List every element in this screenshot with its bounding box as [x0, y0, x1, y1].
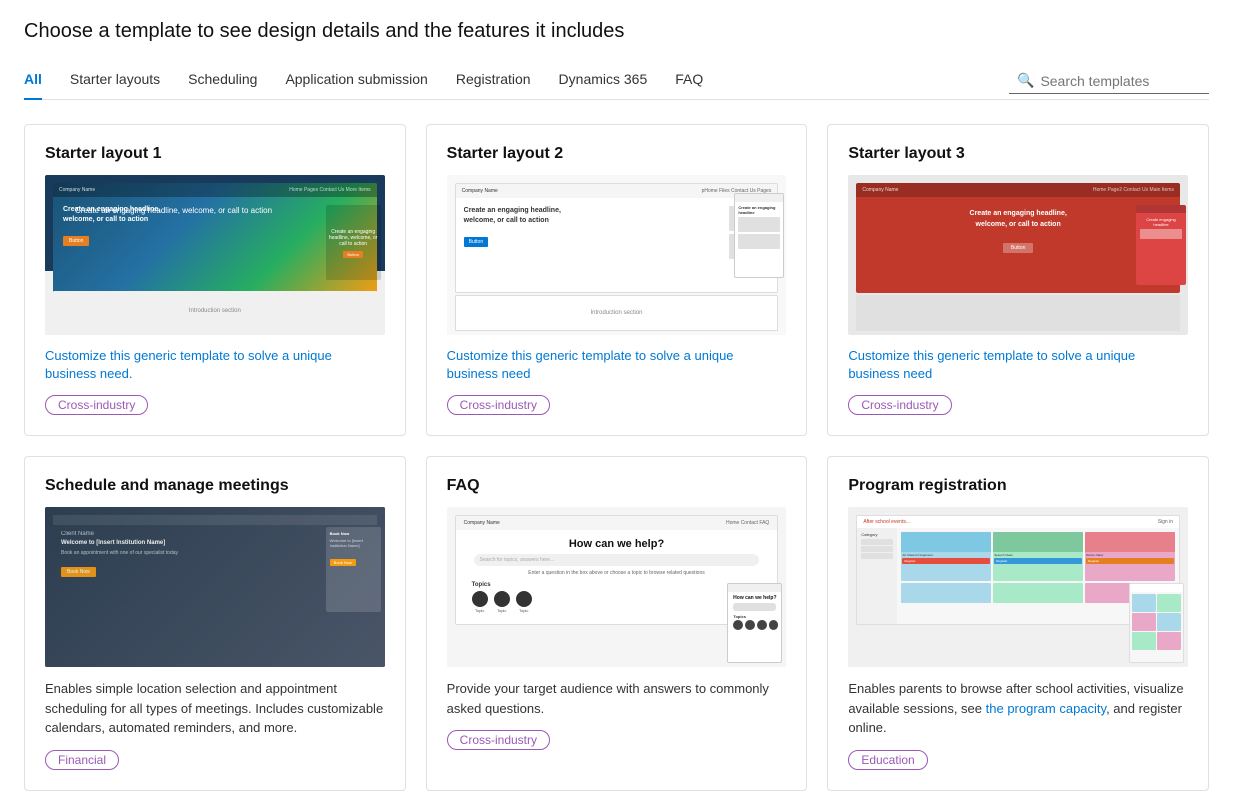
tab-starter-layouts[interactable]: Starter layouts	[70, 63, 160, 99]
tab-scheduling[interactable]: Scheduling	[188, 63, 257, 99]
card-description: Enables simple location selection and ap…	[45, 679, 385, 738]
card-faq: FAQ Company Name Home Contact FAQ How ca…	[426, 456, 808, 791]
card-title: Starter layout 1	[45, 145, 385, 163]
card-tag: Cross-industry	[447, 395, 550, 415]
card-description[interactable]: Customize this generic template to solve…	[848, 347, 1188, 383]
card-starter-layout-1: Starter layout 1 Company Name Home Pages…	[24, 124, 406, 436]
card-preview-starter2[interactable]: Company Name pHome Files Contact Us Page…	[447, 175, 787, 335]
card-title: FAQ	[447, 477, 787, 495]
card-description: Enables parents to browse after school a…	[848, 679, 1188, 738]
card-title: Program registration	[848, 477, 1188, 495]
page-container: Choose a template to see design details …	[0, 0, 1233, 811]
cards-grid: Starter layout 1 Company Name Home Pages…	[24, 124, 1209, 791]
search-box: 🔍	[1009, 68, 1209, 94]
card-preview-program[interactable]: After school events... Sign in Category	[848, 507, 1188, 667]
card-description[interactable]: Customize this generic template to solve…	[45, 347, 385, 383]
card-title: Starter layout 3	[848, 145, 1188, 163]
card-preview-faq[interactable]: Company Name Home Contact FAQ How can we…	[447, 507, 787, 667]
card-description: Provide your target audience with answer…	[447, 679, 787, 718]
nav-bar: All Starter layouts Scheduling Applicati…	[24, 63, 1209, 100]
card-tag: Cross-industry	[848, 395, 951, 415]
card-preview-starter1[interactable]: Company Name Home Pages Contact Us More …	[45, 175, 385, 335]
card-title: Starter layout 2	[447, 145, 787, 163]
tab-registration[interactable]: Registration	[456, 63, 531, 99]
tab-application-submission[interactable]: Application submission	[285, 63, 427, 99]
card-description[interactable]: Customize this generic template to solve…	[447, 347, 787, 383]
nav-tabs: All Starter layouts Scheduling Applicati…	[24, 63, 1009, 99]
card-tag: Financial	[45, 750, 119, 770]
page-title: Choose a template to see design details …	[24, 20, 1209, 43]
tab-faq[interactable]: FAQ	[675, 63, 703, 99]
card-tag: Cross-industry	[447, 730, 550, 750]
card-preview-schedule[interactable]: Client Name Welcome to [Insert Instituti…	[45, 507, 385, 667]
search-input[interactable]	[1040, 73, 1200, 89]
card-tag: Cross-industry	[45, 395, 148, 415]
card-program-registration: Program registration After school events…	[827, 456, 1209, 791]
card-title: Schedule and manage meetings	[45, 477, 385, 495]
search-icon: 🔍	[1017, 72, 1034, 89]
card-preview-starter3[interactable]: Company Name Home Page2 Contact Us Main …	[848, 175, 1188, 335]
tab-all[interactable]: All	[24, 63, 42, 99]
card-tag: Education	[848, 750, 927, 770]
tab-dynamics-365[interactable]: Dynamics 365	[559, 63, 648, 99]
card-schedule-meetings: Schedule and manage meetings Client Name…	[24, 456, 406, 791]
card-starter-layout-2: Starter layout 2 Company Name pHome File…	[426, 124, 808, 436]
card-starter-layout-3: Starter layout 3 Company Name Home Page2…	[827, 124, 1209, 436]
